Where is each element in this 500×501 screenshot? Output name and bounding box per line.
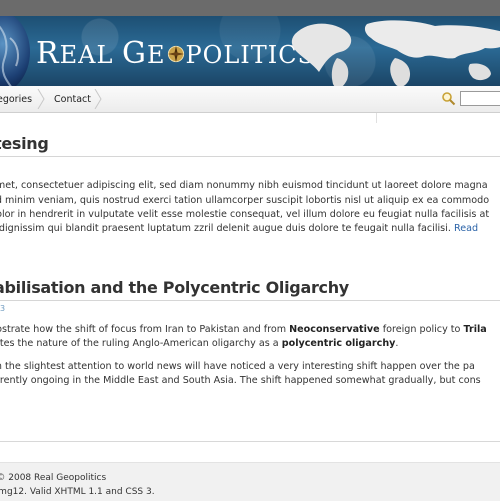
post-body-line: urrently ongoing in the Middle East and … — [0, 375, 481, 386]
logo-word-real: EAL — [59, 41, 123, 69]
logo-letter-r: R — [36, 36, 60, 71]
post-body-line: en the slightest attention to world news… — [0, 361, 475, 372]
post-body-text: nostrate how the shift of focus from Ira… — [0, 324, 290, 335]
world-map-image — [291, 20, 500, 86]
search-icon[interactable] — [441, 91, 456, 106]
logo-letter-g: G — [122, 36, 147, 71]
post-body-line: ad minim veniam, quis nostrud exerci tat… — [0, 195, 490, 206]
nav-item-contact[interactable]: Contact — [54, 86, 91, 112]
site-logo[interactable]: REAL GE POLITICS — [36, 36, 315, 71]
post-title[interactable]: abilisation and the Polycentric Oligarch… — [0, 278, 349, 297]
logo-letter-e: E — [146, 41, 166, 69]
post-body-text: rates the nature of the ruling Anglo-Ame… — [0, 338, 282, 349]
footer-credits: y mg12. Valid XHTML 1.1 and CSS 3. — [0, 487, 155, 497]
read-more-link[interactable]: Read — [454, 223, 478, 234]
post-divider — [0, 156, 500, 157]
post-body-line: nostrate how the shift of focus from Ira… — [0, 323, 487, 338]
post-body-bold: Neoconservative — [289, 324, 380, 335]
globe-icon — [0, 16, 30, 86]
top-bar — [0, 0, 500, 16]
site-header: REAL GE POLITICS — [0, 16, 500, 86]
post-body-line: o dignissim qui blandit praesent luptatu… — [0, 222, 478, 237]
nav-bar: egories Contact — [0, 86, 500, 113]
sidebar-edge — [376, 113, 377, 123]
site-footer: t © 2008 Real Geopolitics y mg12. Valid … — [0, 462, 500, 501]
post-body-line: rates the nature of the ruling Anglo-Ame… — [0, 337, 398, 352]
post-body-line: amet, consectetuer adipiscing elit, sed … — [0, 180, 488, 191]
nav-item-categories[interactable]: egories — [0, 86, 32, 112]
post-meta: 3 — [0, 304, 6, 313]
post-body-text: foreign policy to — [379, 324, 464, 335]
post-body-bold: polycentric oligarchy — [281, 338, 396, 349]
post-body-bold: Trila — [463, 324, 487, 335]
post-body-text: . — [395, 338, 399, 349]
nav-separator — [37, 89, 45, 109]
footer-divider — [0, 441, 500, 442]
compass-icon — [167, 45, 184, 63]
search-input[interactable] — [460, 91, 500, 106]
post-body-text: o dignissim qui blandit praesent luptatu… — [0, 223, 451, 234]
post-body-line: dolor in hendrerit in vulputate velit es… — [0, 209, 490, 220]
nav-separator — [94, 89, 102, 109]
footer-copyright: t © 2008 Real Geopolitics — [0, 473, 107, 483]
post-divider — [0, 300, 500, 301]
post-title[interactable]: tesing — [0, 134, 49, 153]
